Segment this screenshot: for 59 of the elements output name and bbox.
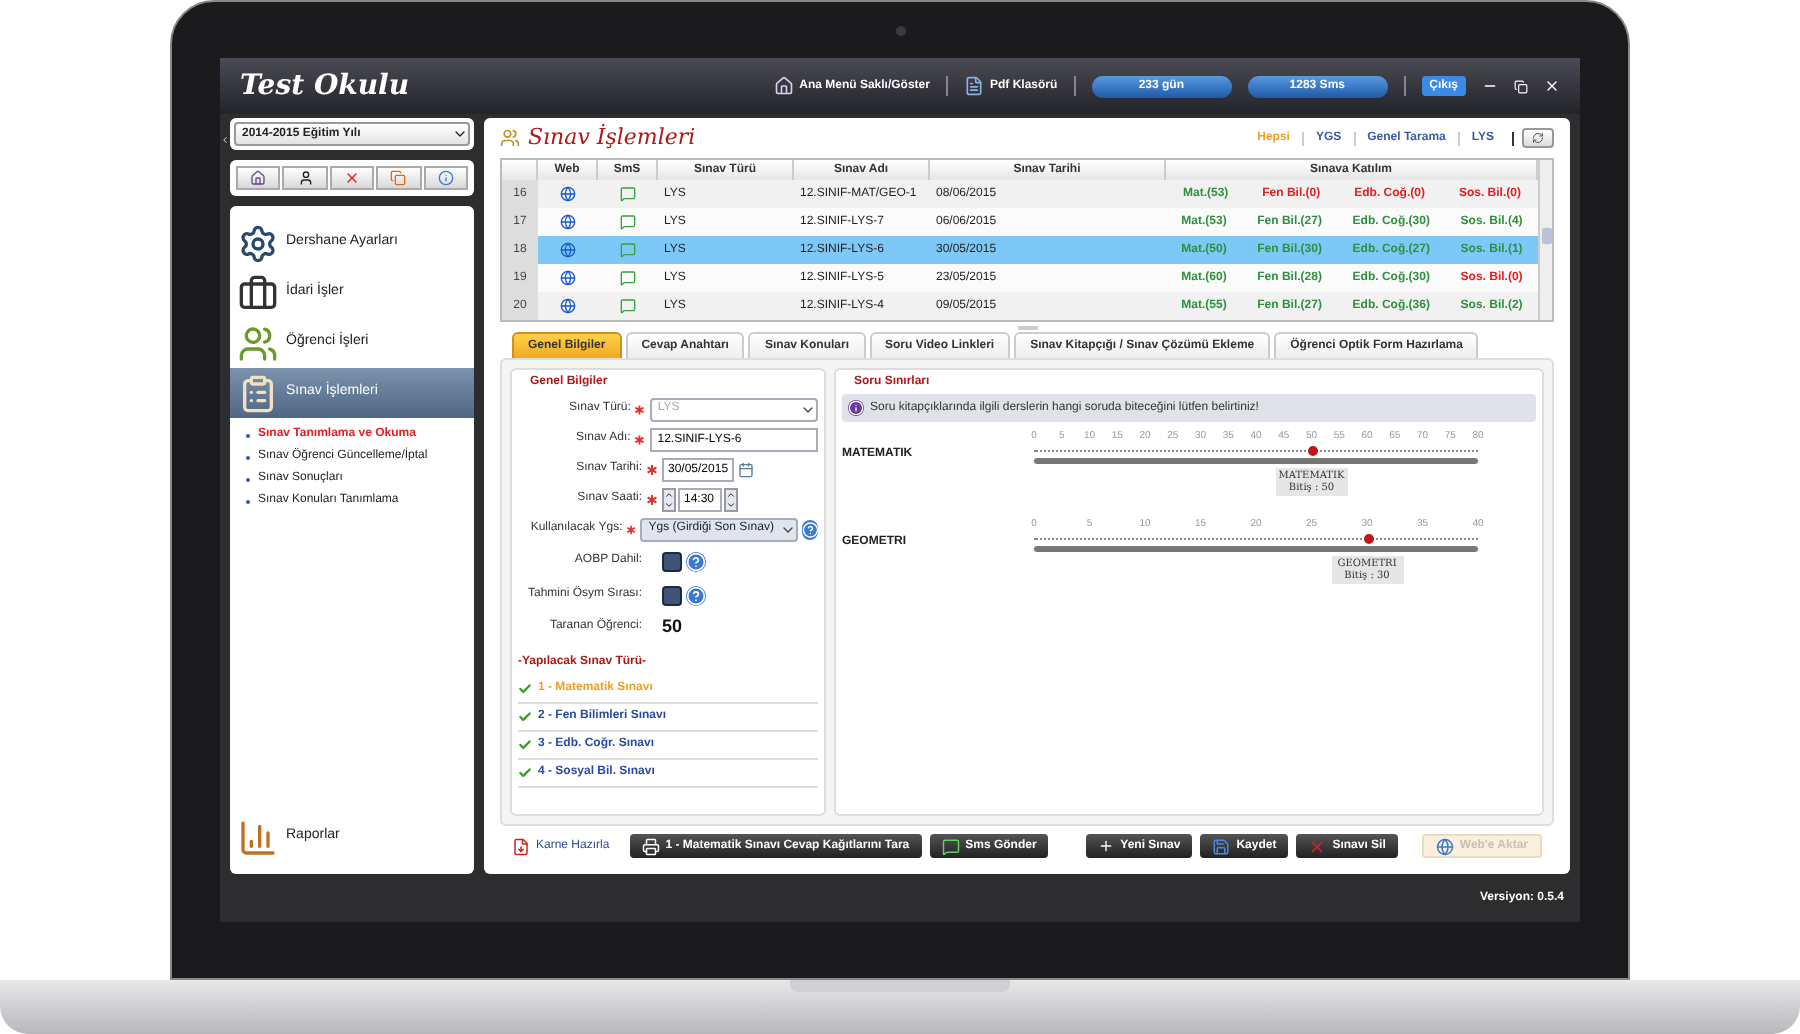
gear-icon [238, 223, 278, 263]
camera-icon [895, 25, 905, 35]
globe-icon[interactable] [560, 298, 576, 314]
required-icon [634, 433, 646, 445]
spinner-button[interactable] [662, 487, 676, 511]
required-icon [646, 493, 658, 505]
help-icon[interactable] [686, 585, 706, 605]
info-icon [848, 400, 864, 416]
student-count: 50 [662, 613, 683, 640]
message-icon [941, 837, 960, 855]
globe-icon [1435, 837, 1454, 855]
globe-icon[interactable] [560, 242, 576, 258]
spinner-button[interactable] [724, 487, 738, 511]
help-icon[interactable] [686, 551, 706, 571]
home-icon [250, 170, 267, 186]
refresh-icon [1532, 132, 1544, 144]
user-button[interactable] [282, 166, 328, 190]
pdf-icon [512, 837, 530, 855]
close-icon[interactable] [1544, 78, 1560, 94]
required-icon [646, 463, 658, 475]
save-icon [1212, 837, 1231, 855]
message-icon[interactable] [620, 270, 636, 286]
users-icon [238, 323, 278, 363]
window-button[interactable] [376, 166, 422, 190]
briefcase-icon [238, 273, 278, 313]
info-icon [437, 170, 454, 186]
caret-icon [452, 126, 468, 142]
plus-icon [1098, 838, 1115, 854]
close-icon [1308, 837, 1327, 855]
calendar-icon[interactable] [738, 461, 754, 477]
restore-icon[interactable] [1514, 79, 1528, 93]
message-icon[interactable] [620, 186, 636, 202]
checkbox[interactable] [662, 585, 682, 605]
info-button[interactable] [423, 166, 469, 190]
clipboard-icon [238, 373, 278, 413]
scrollbar[interactable] [1538, 160, 1552, 320]
slider-thumb[interactable] [1363, 533, 1373, 543]
splitter-handle[interactable] [1017, 325, 1037, 329]
users-icon [500, 128, 520, 148]
page-title: Sınav İşlemleri [528, 121, 696, 154]
globe-icon[interactable] [560, 270, 576, 286]
home-icon [773, 76, 794, 96]
user-icon [297, 170, 314, 186]
globe-icon[interactable] [560, 214, 576, 230]
app-logo: Test Okulu [240, 67, 410, 105]
refresh-button[interactable] [1522, 128, 1554, 148]
chart-icon [238, 817, 278, 857]
close-icon [344, 170, 361, 186]
home-button[interactable] [236, 166, 281, 190]
message-icon[interactable] [620, 298, 636, 314]
required-icon [626, 523, 637, 535]
globe-icon[interactable] [560, 186, 576, 202]
message-icon[interactable] [620, 214, 636, 230]
help-icon[interactable] [801, 519, 818, 539]
required-icon [634, 403, 646, 415]
checkbox[interactable] [662, 551, 682, 571]
window-icon [390, 170, 407, 186]
collapse-icon[interactable] [220, 134, 230, 146]
slider-thumb[interactable] [1307, 445, 1318, 455]
